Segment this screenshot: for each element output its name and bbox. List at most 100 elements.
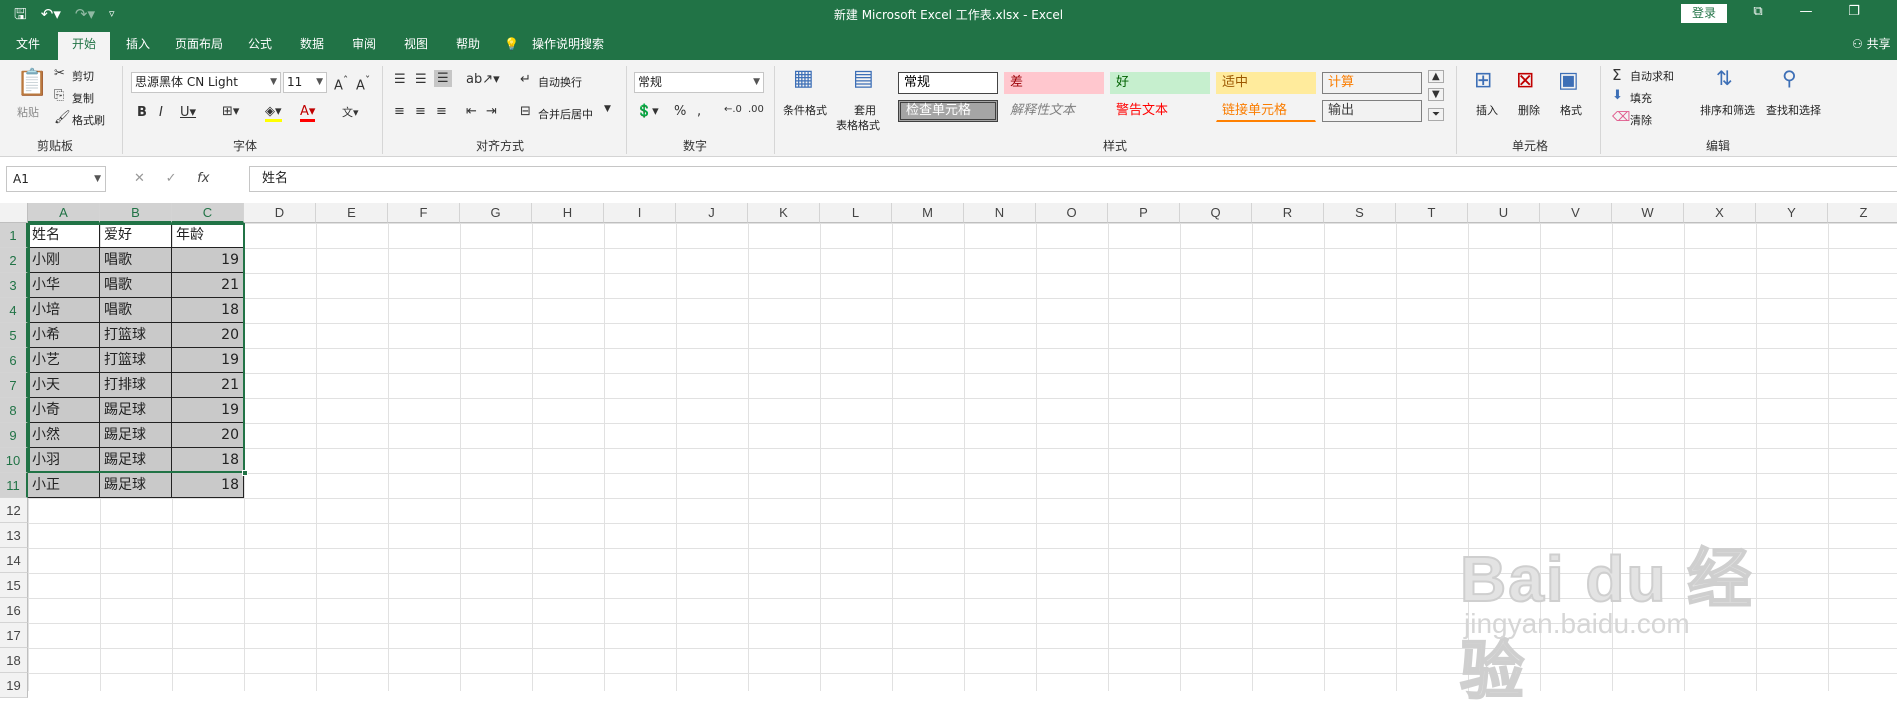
column-header-f[interactable]: F [388, 203, 460, 223]
column-header-v[interactable]: V [1540, 203, 1612, 223]
column-header-p[interactable]: P [1108, 203, 1180, 223]
align-center-icon[interactable]: ≡ [415, 104, 426, 119]
cancel-icon[interactable]: ✕ [134, 171, 145, 186]
align-right-icon[interactable]: ≡ [436, 104, 447, 119]
row-header-18[interactable]: 18 [0, 648, 28, 673]
table-cell[interactable]: 21 [172, 373, 244, 398]
cell-style-option[interactable]: 适中 [1216, 72, 1316, 94]
table-cell[interactable]: 20 [172, 323, 244, 348]
table-header-cell[interactable]: 年龄 [172, 223, 244, 248]
clear-button[interactable]: 清除 [1630, 112, 1652, 128]
column-header-d[interactable]: D [244, 203, 316, 223]
table-cell[interactable]: 18 [172, 473, 244, 498]
table-cell[interactable]: 踢足球 [100, 398, 172, 423]
column-header-w[interactable]: W [1612, 203, 1684, 223]
column-header-g[interactable]: G [460, 203, 532, 223]
table-cell[interactable]: 打篮球 [100, 323, 172, 348]
cell-style-option[interactable]: 检查单元格 [898, 100, 998, 122]
column-header-b[interactable]: B [100, 203, 172, 223]
row-header-13[interactable]: 13 [0, 523, 28, 548]
column-header-r[interactable]: R [1252, 203, 1324, 223]
align-top-icon[interactable]: ☰ [394, 72, 406, 87]
merge-center-button[interactable]: 合并后居中 [538, 106, 593, 122]
cell-style-option[interactable]: 差 [1004, 72, 1104, 94]
font-size-select[interactable]: 11 ▼ [283, 72, 327, 93]
tab-review[interactable]: 审阅 [342, 32, 386, 60]
table-cell[interactable]: 唱歌 [100, 248, 172, 273]
decrease-font-icon[interactable]: Aˇ [356, 74, 370, 93]
column-header-q[interactable]: Q [1180, 203, 1252, 223]
table-cell[interactable]: 小正 [28, 473, 100, 498]
tab-page-layout[interactable]: 页面布局 [168, 32, 230, 60]
sort-filter-button[interactable]: 排序和筛选 [1700, 102, 1755, 118]
row-header-6[interactable]: 6 [0, 348, 28, 373]
column-header-o[interactable]: O [1036, 203, 1108, 223]
increase-indent-icon[interactable]: ⇥ [486, 104, 497, 119]
table-header-cell[interactable]: 爱好 [100, 223, 172, 248]
table-cell[interactable]: 踢足球 [100, 448, 172, 473]
table-cell[interactable]: 踢足球 [100, 423, 172, 448]
column-header-s[interactable]: S [1324, 203, 1396, 223]
row-header-15[interactable]: 15 [0, 573, 28, 598]
table-cell[interactable]: 小然 [28, 423, 100, 448]
table-cell[interactable]: 21 [172, 273, 244, 298]
chevron-down-icon[interactable]: ▼ [1428, 88, 1444, 101]
align-left-icon[interactable]: ≡ [394, 104, 405, 119]
row-header-1[interactable]: 1 [0, 223, 28, 248]
tab-home[interactable]: 开始 [58, 32, 110, 60]
select-all-corner[interactable] [0, 203, 28, 223]
tab-insert[interactable]: 插入 [116, 32, 160, 60]
table-cell[interactable]: 打篮球 [100, 348, 172, 373]
minimize-icon[interactable]: — [1786, 4, 1826, 19]
cell-style-option[interactable]: 计算 [1322, 72, 1422, 94]
share-button[interactable]: ⚇ 共享 [1852, 32, 1891, 56]
increase-font-icon[interactable]: Aˆ [334, 74, 348, 93]
table-cell[interactable]: 小奇 [28, 398, 100, 423]
column-header-x[interactable]: X [1684, 203, 1756, 223]
bold-icon[interactable]: B [137, 105, 147, 120]
phonetic-icon[interactable]: 文▾ [342, 104, 359, 120]
column-header-e[interactable]: E [316, 203, 388, 223]
chevron-down-icon[interactable]: ▼ [604, 104, 611, 114]
cell-style-option[interactable]: 链接单元格 [1216, 100, 1316, 122]
conditional-format-button[interactable]: 条件格式 [783, 102, 827, 118]
delete-cells-button[interactable]: 删除 [1518, 102, 1540, 118]
column-header-z[interactable]: Z [1828, 203, 1897, 223]
cell-style-option[interactable]: 解释性文本 [1004, 100, 1104, 122]
column-header-m[interactable]: M [892, 203, 964, 223]
fill-button[interactable]: 填充 [1630, 90, 1652, 106]
row-header-14[interactable]: 14 [0, 548, 28, 573]
table-cell[interactable]: 小希 [28, 323, 100, 348]
table-cell[interactable]: 18 [172, 448, 244, 473]
column-header-j[interactable]: J [676, 203, 748, 223]
table-cell[interactable]: 小艺 [28, 348, 100, 373]
column-header-n[interactable]: N [964, 203, 1036, 223]
comma-icon[interactable]: , [697, 104, 701, 119]
row-header-5[interactable]: 5 [0, 323, 28, 348]
fill-handle[interactable] [242, 470, 248, 476]
cell-style-option[interactable]: 输出 [1322, 100, 1422, 122]
table-cell[interactable]: 19 [172, 248, 244, 273]
cell-style-option[interactable]: 好 [1110, 72, 1210, 94]
number-format-select[interactable]: 常规 ▼ [634, 72, 764, 93]
row-header-17[interactable]: 17 [0, 623, 28, 648]
font-name-select[interactable]: 思源黑体 CN Light ▼ [131, 72, 281, 93]
table-cell[interactable]: 小培 [28, 298, 100, 323]
tab-data[interactable]: 数据 [290, 32, 334, 60]
cell-style-option[interactable]: 常规 [898, 72, 998, 94]
format-cells-button[interactable]: 格式 [1560, 102, 1582, 118]
column-header-a[interactable]: A [28, 203, 100, 223]
table-cell[interactable]: 小羽 [28, 448, 100, 473]
row-header-8[interactable]: 8 [0, 398, 28, 423]
login-button[interactable]: 登录 [1681, 4, 1727, 23]
paste-button[interactable]: 粘贴 [17, 104, 39, 120]
cut-button[interactable]: 剪切 [72, 68, 94, 84]
chevron-up-icon[interactable]: ▲ [1428, 70, 1444, 83]
paste-icon[interactable]: 📋 [16, 68, 48, 98]
table-cell[interactable]: 19 [172, 398, 244, 423]
italic-icon[interactable]: I [159, 105, 163, 120]
table-cell[interactable]: 唱歌 [100, 273, 172, 298]
table-cell[interactable]: 小天 [28, 373, 100, 398]
cell-style-option[interactable]: 警告文本 [1110, 100, 1210, 122]
font-color-icon[interactable]: A▾ [300, 104, 316, 122]
